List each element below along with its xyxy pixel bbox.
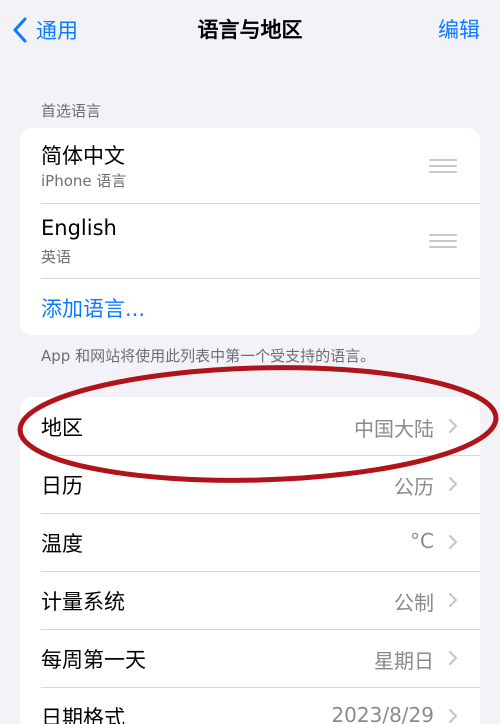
page-title: 语言与地区	[197, 18, 303, 42]
languages-footnote: App 和网站将使用此列表中第一个受支持的语言。	[41, 347, 376, 365]
language-item-simplified-chinese[interactable]: 简体中文 iPhone 语言	[20, 128, 480, 203]
language-subtitle: iPhone 语言	[41, 172, 127, 190]
row-label: 计量系统	[41, 590, 125, 614]
chevron-right-icon	[449, 709, 457, 723]
settings-row-date-format[interactable]: 日期格式 2023/8/29	[20, 687, 480, 724]
language-name: 简体中文	[41, 144, 125, 168]
preferred-languages-header: 首选语言	[41, 102, 102, 120]
settings-row-measurement-system[interactable]: 计量系统 公制	[20, 571, 480, 629]
row-value: 公制	[394, 591, 434, 615]
navigation-bar: 通用 语言与地区 编辑	[0, 0, 500, 60]
reorder-handle-icon[interactable]	[429, 234, 457, 248]
reorder-handle-icon[interactable]	[429, 159, 457, 173]
preferred-languages-list: 简体中文 iPhone 语言 English 英语 添加语言...	[20, 128, 480, 335]
settings-row-region[interactable]: 地区 中国大陆	[20, 397, 480, 455]
row-label: 日历	[41, 474, 83, 498]
chevron-right-icon	[449, 651, 457, 665]
row-value: °C	[410, 529, 434, 553]
chevron-right-icon	[449, 419, 457, 433]
add-language-button[interactable]: 添加语言...	[41, 293, 145, 323]
chevron-right-icon	[449, 477, 457, 491]
language-subtitle: 英语	[41, 248, 72, 266]
divider	[41, 278, 480, 279]
row-label: 每周第一天	[41, 648, 146, 672]
row-label: 地区	[41, 416, 83, 440]
language-name: English	[41, 216, 117, 240]
language-item-english[interactable]: English 英语	[20, 204, 480, 278]
chevron-right-icon	[449, 535, 457, 549]
language-region-screen: 通用 语言与地区 编辑 首选语言 简体中文 iPhone 语言 English …	[0, 0, 500, 724]
row-value: 2023/8/29	[331, 703, 434, 724]
settings-row-first-day-of-week[interactable]: 每周第一天 星期日	[20, 629, 480, 687]
region-settings-list: 地区 中国大陆 日历 公历 温度 °C 计量系统 公制 每周第一天 星期日 日期…	[20, 397, 480, 724]
row-value: 星期日	[374, 649, 434, 673]
settings-row-temperature[interactable]: 温度 °C	[20, 513, 480, 571]
chevron-right-icon	[449, 593, 457, 607]
settings-row-calendar[interactable]: 日历 公历	[20, 455, 480, 513]
row-label: 温度	[41, 532, 83, 556]
edit-button[interactable]: 编辑	[438, 14, 480, 46]
row-value: 中国大陆	[354, 417, 434, 441]
row-value: 公历	[394, 475, 434, 499]
row-label: 日期格式	[41, 706, 125, 724]
